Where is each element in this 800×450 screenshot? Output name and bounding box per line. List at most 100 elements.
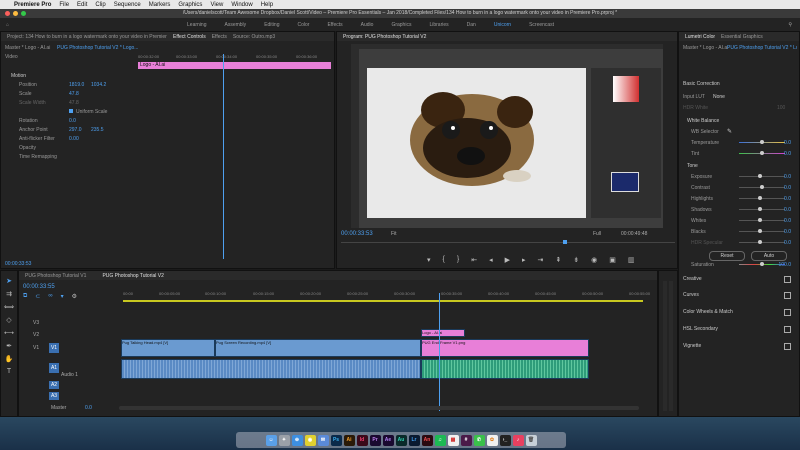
curves-section[interactable]: Curves (683, 292, 795, 299)
time-remapping-label[interactable]: Time Remapping (19, 154, 57, 160)
color-wheels-section[interactable]: Color Wheels & Match (683, 309, 795, 316)
linked-selection-icon[interactable]: ∞ (48, 293, 52, 300)
menu-help[interactable]: Help (261, 2, 273, 8)
menu-file[interactable]: File (59, 2, 69, 8)
effect-controls-timecode[interactable]: 00:00:33:53 (5, 261, 31, 267)
workspace-editing[interactable]: Editing (264, 22, 279, 28)
whites-knob[interactable] (757, 218, 762, 222)
tint-knob[interactable] (760, 151, 764, 155)
calendar-icon[interactable]: ▦ (447, 434, 459, 446)
hsl-secondary-checkbox[interactable] (784, 326, 791, 333)
program-scrubber[interactable] (341, 242, 675, 243)
safari-icon[interactable]: ⊕ (291, 434, 303, 446)
menu-sequence[interactable]: Sequence (114, 2, 141, 8)
blacks-slider[interactable] (739, 229, 785, 233)
step-back-icon[interactable]: ◂ (489, 256, 493, 264)
uniform-scale-checkbox[interactable] (69, 109, 73, 113)
tone-header[interactable]: Tone (687, 163, 799, 169)
chrome-icon[interactable]: ◉ (304, 434, 316, 446)
input-lut-dropdown[interactable]: None (713, 94, 725, 100)
launchpad-icon[interactable]: ✦ (278, 434, 290, 446)
lightroom-icon[interactable]: Lr (408, 434, 420, 446)
timeline-scrollbar[interactable] (119, 406, 639, 410)
extract-icon[interactable]: ⇟ (573, 256, 579, 264)
saturation-knob[interactable] (760, 262, 764, 266)
work-area-bar[interactable] (123, 300, 643, 302)
home-icon[interactable]: ⌂ (6, 22, 9, 28)
opacity-label[interactable]: Opacity (19, 145, 36, 151)
white-balance-header[interactable]: White Balance (687, 118, 799, 124)
effect-controls-ruler[interactable]: 00:00:32:00 00:00:33:00 00:00:34:00 00:0… (138, 54, 333, 61)
hand-tool-icon[interactable]: ✋ (5, 355, 14, 363)
exposure-value[interactable]: 0.0 (784, 174, 791, 180)
play-icon[interactable]: ▶ (505, 256, 510, 264)
workspace-unicorn[interactable]: Unicorn (494, 22, 511, 28)
photos-icon[interactable]: ✿ (486, 434, 498, 446)
workspace-graphics[interactable]: Graphics (391, 22, 411, 28)
creative-checkbox[interactable] (784, 276, 791, 283)
app-menu[interactable]: Premiere Pro (14, 2, 51, 8)
zoom-window-button[interactable] (21, 11, 26, 16)
tab-effect-controls[interactable]: Effect Controls (173, 34, 206, 40)
close-window-button[interactable] (5, 11, 10, 16)
highlights-knob[interactable] (757, 196, 762, 200)
menu-markers[interactable]: Markers (149, 2, 171, 8)
program-video-frame[interactable] (351, 44, 663, 228)
anchor-x-value[interactable]: 297.0 (69, 127, 82, 133)
exposure-slider[interactable] (739, 174, 785, 178)
color-wheels-checkbox[interactable] (784, 309, 791, 316)
logo-clip[interactable]: Logo - AI.ai (421, 329, 465, 337)
creative-section[interactable]: Creative (683, 276, 795, 283)
finder-icon[interactable]: ☺ (265, 434, 277, 446)
playhead[interactable] (223, 54, 224, 259)
track-select-tool-icon[interactable]: ⇉ (6, 290, 12, 298)
photoshop-icon[interactable]: Ps (330, 434, 342, 446)
tab-effects[interactable]: Effects (212, 34, 227, 40)
after-effects-icon[interactable]: Ae (382, 434, 394, 446)
hdr-specular-slider[interactable] (739, 240, 785, 244)
trash-icon[interactable]: 🗑 (525, 434, 537, 446)
contrast-knob[interactable] (760, 185, 764, 189)
shadows-slider[interactable] (739, 207, 785, 211)
workspace-screencast[interactable]: Screencast (529, 22, 554, 28)
temperature-knob[interactable] (760, 140, 764, 144)
saturation-value[interactable]: 100.0 (778, 262, 791, 268)
selection-tool-icon[interactable]: ➤ (6, 277, 12, 285)
timeline-ruler[interactable]: 00:00 00:00:05:00 00:00:10:00 00:00:15:0… (123, 291, 650, 298)
pen-tool-icon[interactable]: ✒ (6, 342, 12, 350)
menu-clip[interactable]: Clip (95, 2, 105, 8)
menu-window[interactable]: Window (231, 2, 252, 8)
hdr-specular-value[interactable]: 0.0 (784, 240, 791, 246)
ripple-edit-tool-icon[interactable]: ⟺ (4, 303, 14, 311)
hsl-secondary-section[interactable]: HSL Secondary (683, 326, 795, 333)
shadows-value[interactable]: 0.0 (784, 207, 791, 213)
program-monitor-title[interactable]: Program: PUG Photoshop Tutorial V2 (343, 34, 426, 40)
lumetri-master[interactable]: Master * Logo - AI.ai (683, 45, 728, 51)
v1-source-patch[interactable]: V1 (49, 343, 59, 353)
track-a3[interactable]: A3 (49, 392, 59, 400)
tab-sequence-v2[interactable]: PUG Photoshop Tutorial V2 (102, 273, 163, 279)
master-volume-value[interactable]: 0.0 (85, 405, 92, 411)
mail-icon[interactable]: ✉ (317, 434, 329, 446)
razor-tool-icon[interactable]: ◇ (6, 316, 11, 324)
quality-dropdown[interactable]: Full (593, 231, 601, 237)
mark-out-icon[interactable]: } (457, 256, 459, 264)
premiere-icon[interactable]: Pr (369, 434, 381, 446)
messages-icon[interactable]: ✆ (473, 434, 485, 446)
highlights-value[interactable]: 0.0 (784, 196, 791, 202)
illustrator-icon[interactable]: Ai (343, 434, 355, 446)
position-x-value[interactable]: 1819.0 (69, 82, 84, 88)
workspace-libraries[interactable]: Libraries (429, 22, 448, 28)
scale-value[interactable]: 47.8 (69, 91, 79, 97)
tab-source[interactable]: Source: Outro.mp3 (233, 34, 275, 40)
timeline-settings-icon[interactable]: ⚙ (72, 293, 77, 300)
go-to-out-icon[interactable]: ⇥ (538, 256, 544, 264)
position-y-value[interactable]: 1034.2 (91, 82, 106, 88)
track-v1[interactable]: V1 (33, 345, 39, 351)
workspace-effects[interactable]: Effects (327, 22, 342, 28)
rotation-value[interactable]: 0.0 (69, 118, 76, 124)
whites-slider[interactable] (739, 218, 785, 222)
track-a1[interactable]: A1 (49, 363, 59, 373)
minimize-window-button[interactable] (13, 11, 18, 16)
workspace-learning[interactable]: Learning (187, 22, 206, 28)
